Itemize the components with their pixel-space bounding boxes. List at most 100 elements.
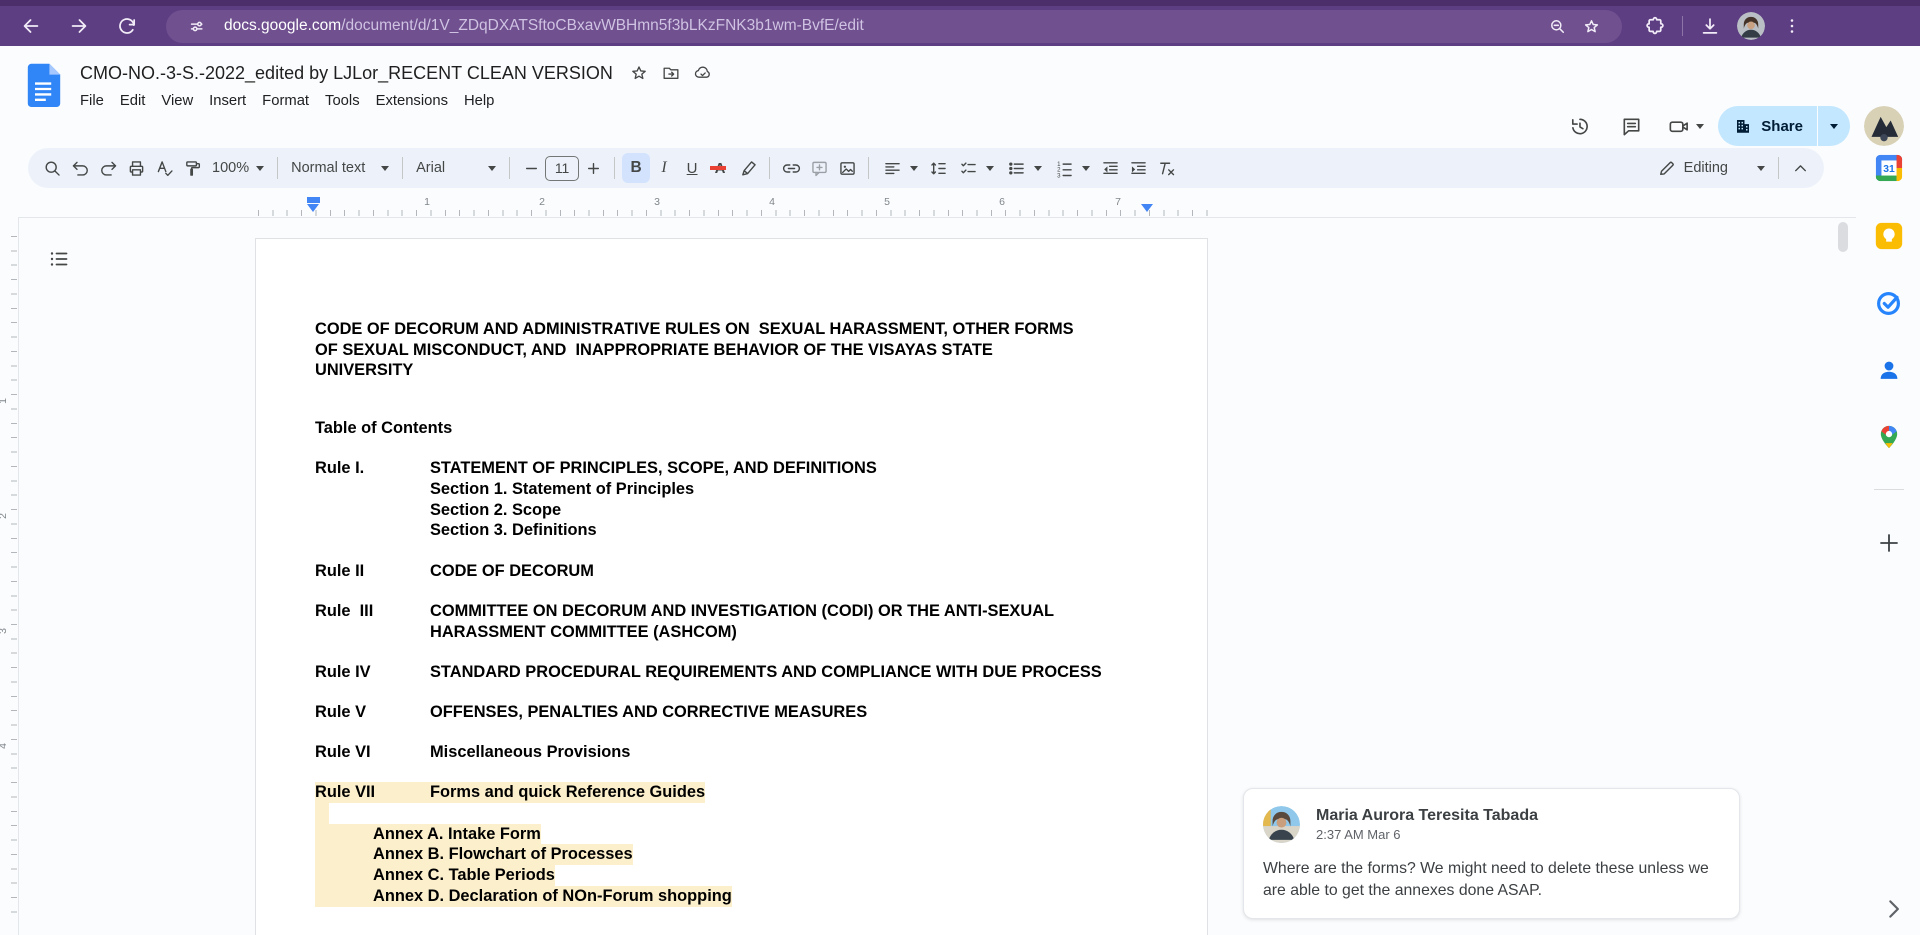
redo-icon[interactable]: [94, 153, 122, 183]
menu-view[interactable]: View: [153, 90, 201, 112]
menu-insert[interactable]: Insert: [201, 90, 254, 112]
doc-heading-line[interactable]: OF SEXUAL MISCONDUCT, AND INAPPROPRIATE …: [315, 340, 1177, 361]
share-dropdown[interactable]: [1818, 106, 1850, 146]
toc-rule-1[interactable]: Rule I. STATEMENT OF PRINCIPLES, SCOPE, …: [315, 458, 1177, 479]
document-outline-icon[interactable]: [44, 244, 74, 274]
menu-format[interactable]: Format: [254, 90, 317, 112]
url-text[interactable]: docs.google.com/document/d/1V_ZDqDXATSft…: [224, 17, 1540, 35]
comments-icon[interactable]: [1609, 104, 1653, 148]
decrease-font-icon[interactable]: [517, 153, 545, 183]
annex-item[interactable]: Annex D. Declaration of NOn-Forum shoppi…: [315, 886, 732, 907]
google-docs-icon[interactable]: [24, 62, 66, 114]
tasks-icon[interactable]: [1872, 286, 1906, 320]
align-select[interactable]: [876, 153, 924, 183]
annex-item[interactable]: Annex C. Table Periods: [315, 865, 555, 886]
highlight-color-icon[interactable]: [734, 153, 762, 183]
spellcheck-icon[interactable]: [150, 153, 178, 183]
editing-mode-select[interactable]: Editing: [1651, 153, 1771, 183]
share-button[interactable]: Share: [1718, 106, 1817, 146]
calendar-icon[interactable]: 31: [1872, 151, 1906, 185]
toc-title[interactable]: Table of Contents: [315, 418, 1177, 439]
bold-button[interactable]: B: [622, 153, 650, 183]
font-size-input[interactable]: 11: [545, 156, 579, 181]
toc-rule-4[interactable]: Rule IV STANDARD PROCEDURAL REQUIREMENTS…: [315, 662, 1177, 683]
meet-caret-icon[interactable]: [1696, 124, 1704, 129]
ruler-number: 4: [0, 743, 9, 749]
font-select[interactable]: Arial: [410, 153, 502, 183]
hide-menus-icon[interactable]: [1786, 153, 1814, 183]
undo-icon[interactable]: [66, 153, 94, 183]
maps-icon[interactable]: [1872, 420, 1906, 454]
increase-indent-icon[interactable]: [1124, 153, 1152, 183]
version-history-icon[interactable]: [1557, 104, 1601, 148]
vertical-ruler: 1 2 3 4: [0, 222, 18, 922]
insert-link-icon[interactable]: [777, 153, 805, 183]
zoom-indicator-icon[interactable]: [1540, 9, 1574, 43]
address-bar[interactable]: docs.google.com/document/d/1V_ZDqDXATSft…: [166, 10, 1622, 43]
cloud-status-icon[interactable]: [693, 63, 713, 83]
doc-heading-line[interactable]: UNIVERSITY: [315, 360, 1177, 381]
paint-format-icon[interactable]: [178, 153, 206, 183]
meet-call-button[interactable]: [1661, 115, 1710, 138]
menu-file[interactable]: File: [72, 90, 112, 112]
comment-body[interactable]: Where are the forms? We might need to de…: [1263, 858, 1720, 901]
line-spacing-icon[interactable]: [924, 153, 952, 183]
toc-rule-2[interactable]: Rule II CODE OF DECORUM: [315, 561, 1177, 582]
account-avatar[interactable]: [1864, 106, 1904, 146]
toc-rule-3[interactable]: Rule III COMMITTEE ON DECORUM AND INVEST…: [315, 601, 1177, 622]
download-icon[interactable]: [1693, 9, 1727, 43]
first-line-indent-marker[interactable]: [307, 197, 320, 203]
site-info-icon[interactable]: [180, 9, 214, 43]
doc-heading-line[interactable]: CODE OF DECORUM AND ADMINISTRATIVE RULES…: [315, 319, 1177, 340]
reload-icon[interactable]: [110, 9, 144, 43]
increase-font-icon[interactable]: [579, 153, 607, 183]
toc-rule-7-highlighted[interactable]: Rule VII Forms and quick Reference Guide…: [315, 782, 705, 803]
italic-button[interactable]: I: [650, 153, 678, 183]
toc-section[interactable]: Section 2. Scope: [315, 500, 1177, 521]
document-title[interactable]: CMO-NO.-3-S.-2022_edited by LJLor_RECENT…: [80, 63, 613, 84]
toc-rule-5[interactable]: Rule V OFFENSES, PENALTIES AND CORRECTIV…: [315, 702, 1177, 723]
paragraph-style-select[interactable]: Normal text: [285, 153, 395, 183]
keep-icon[interactable]: [1872, 219, 1906, 253]
menu-edit[interactable]: Edit: [112, 90, 154, 112]
checklist-select[interactable]: [952, 153, 1000, 183]
print-icon[interactable]: [122, 153, 150, 183]
document-text[interactable]: CODE OF DECORUM AND ADMINISTRATIVE RULES…: [315, 319, 1177, 907]
zoom-select[interactable]: 100%: [206, 153, 270, 183]
menu-help[interactable]: Help: [456, 90, 502, 112]
toc-rule-3-cont[interactable]: HARASSMENT COMMITTEE (ASHCOM): [315, 622, 1177, 643]
menu-tools[interactable]: Tools: [317, 90, 368, 112]
chrome-menu-icon[interactable]: [1775, 9, 1809, 43]
star-document-icon[interactable]: [629, 63, 649, 83]
contacts-icon[interactable]: [1872, 353, 1906, 387]
search-menus-icon[interactable]: [38, 153, 66, 183]
annex-item[interactable]: Annex B. Flowchart of Processes: [315, 844, 633, 865]
toc-section[interactable]: Section 1. Statement of Principles: [315, 479, 1177, 500]
comment-card[interactable]: Maria Aurora Teresita Tabada 2:37 AM Mar…: [1243, 788, 1740, 919]
left-indent-marker[interactable]: [307, 204, 319, 212]
bookmark-star-icon[interactable]: [1574, 9, 1608, 43]
move-to-folder-icon[interactable]: [661, 63, 681, 83]
back-icon[interactable]: [14, 9, 48, 43]
document-page[interactable]: CODE OF DECORUM AND ADMINISTRATIVE RULES…: [255, 238, 1208, 935]
annex-item[interactable]: Annex A. Intake Form: [315, 824, 541, 845]
forward-icon[interactable]: [62, 9, 96, 43]
get-addons-icon[interactable]: [1876, 530, 1902, 556]
extensions-icon[interactable]: [1638, 9, 1672, 43]
underline-button[interactable]: U: [678, 153, 706, 183]
show-side-panel-icon[interactable]: [1880, 896, 1906, 922]
toc-rule-6[interactable]: Rule VI Miscellaneous Provisions: [315, 742, 1177, 763]
add-comment-icon[interactable]: [805, 153, 833, 183]
numbered-list-select[interactable]: 123: [1048, 153, 1096, 183]
text-color-button[interactable]: A: [706, 153, 734, 183]
insert-image-icon[interactable]: [833, 153, 861, 183]
bulleted-list-select[interactable]: [1000, 153, 1048, 183]
clear-formatting-icon[interactable]: [1152, 153, 1180, 183]
menu-extensions[interactable]: Extensions: [368, 90, 456, 112]
toc-section[interactable]: Section 3. Definitions: [315, 520, 1177, 541]
scrollbar-thumb[interactable]: [1838, 222, 1848, 252]
decrease-indent-icon[interactable]: [1096, 153, 1124, 183]
horizontal-ruler[interactable]: 1 2 3 4 5 6 7: [0, 196, 1920, 217]
browser-profile-avatar[interactable]: [1737, 12, 1765, 40]
right-indent-marker[interactable]: [1141, 204, 1153, 212]
